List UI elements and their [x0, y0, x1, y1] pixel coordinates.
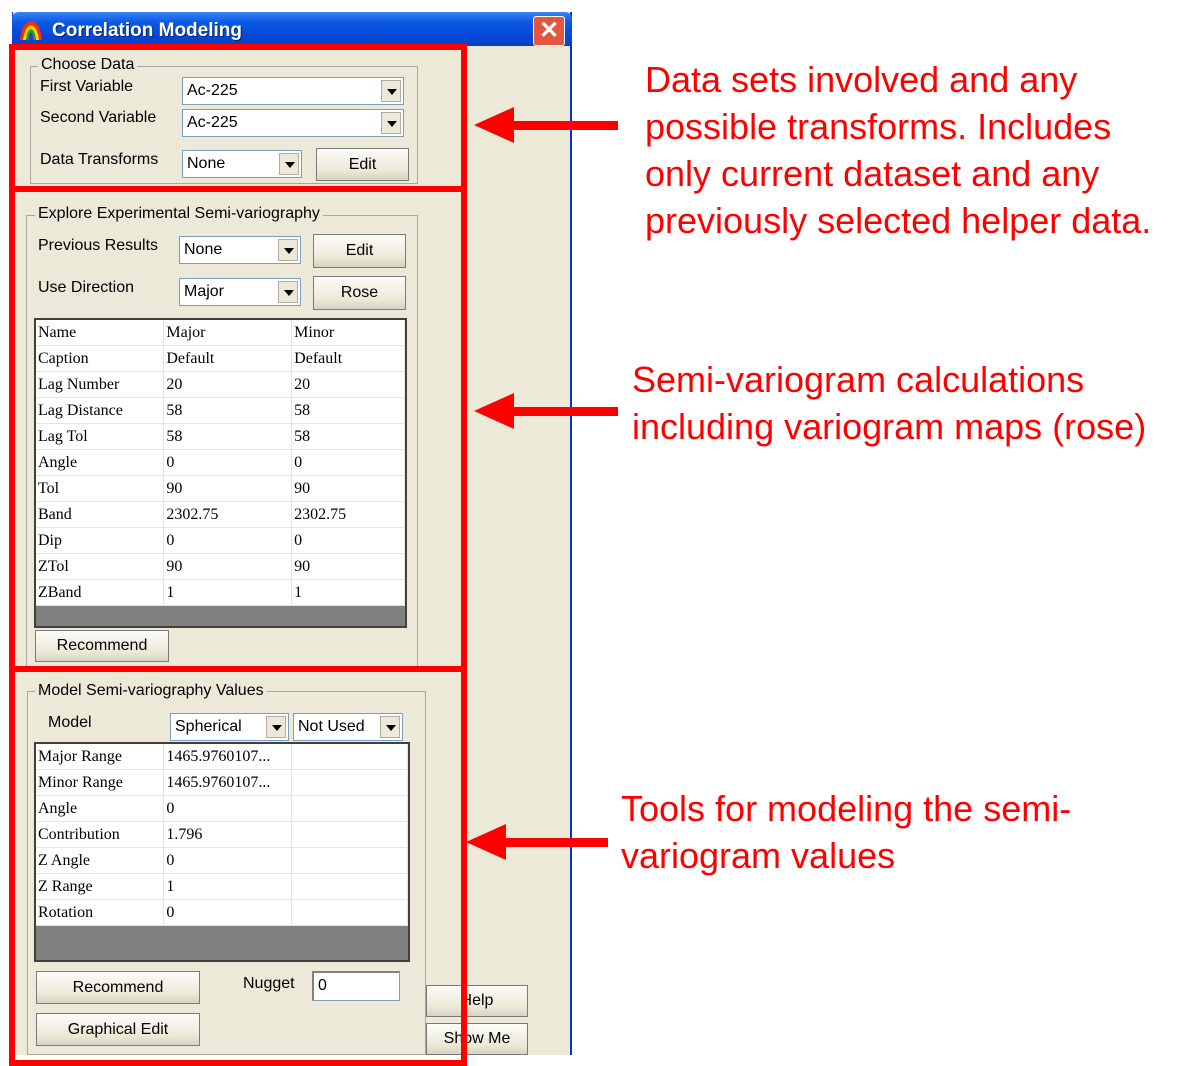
annotation-line: only current dataset and any	[645, 153, 1100, 194]
arrow-left-icon	[466, 824, 506, 860]
highlight-explore	[9, 186, 467, 672]
annotation-line: variogram values	[621, 835, 896, 876]
annotation-model: Tools for modeling the semi- variogram v…	[621, 785, 1071, 879]
annotation-line: Tools for modeling the semi-	[621, 788, 1072, 829]
arrow-shaft	[502, 838, 608, 847]
annotation-line: possible transforms. Includes	[645, 106, 1112, 147]
arrow-left-icon	[474, 107, 514, 143]
annotation-choose-data: Data sets involved and any possible tran…	[645, 56, 1151, 244]
arrow-shaft	[510, 121, 618, 130]
arrow-shaft	[510, 407, 618, 416]
annotation-line: Semi-variogram calculations	[632, 359, 1085, 400]
highlight-choose-data	[9, 44, 467, 192]
annotation-line: Data sets involved and any	[645, 59, 1078, 100]
app-icon	[18, 18, 44, 42]
close-icon: ✕	[538, 17, 560, 44]
annotation-explore: Semi-variogram calculations including va…	[632, 356, 1146, 450]
highlight-model	[9, 666, 467, 1066]
window-title: Correlation Modeling	[52, 20, 242, 41]
close-button[interactable]: ✕	[533, 16, 565, 46]
arrow-left-icon	[474, 393, 514, 429]
annotation-line: including variogram maps (rose)	[632, 406, 1147, 447]
annotation-line: previously selected helper data.	[645, 200, 1152, 241]
